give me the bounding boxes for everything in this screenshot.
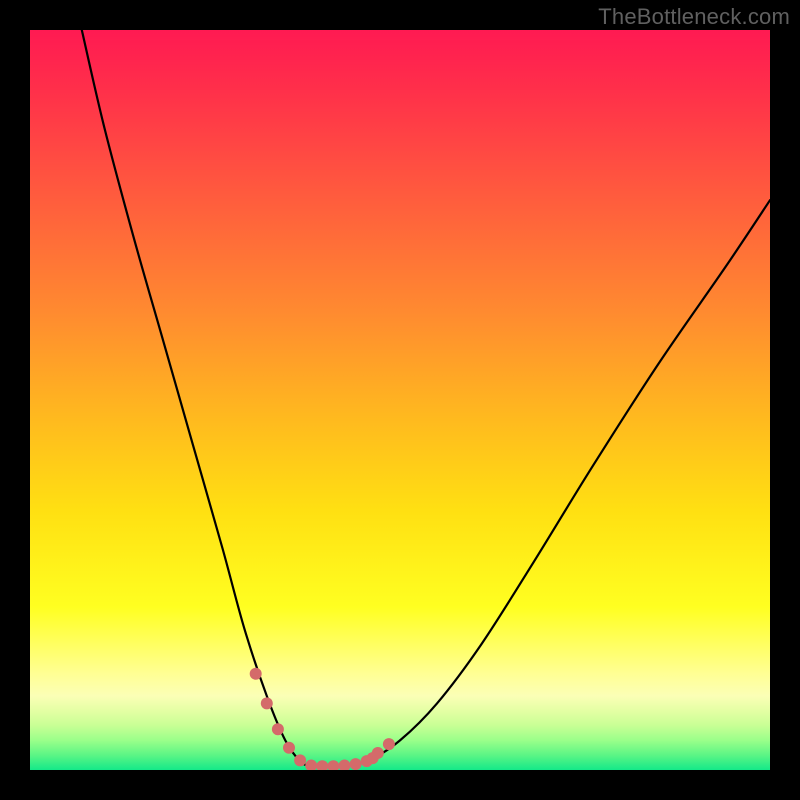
watermark-text: TheBottleneck.com xyxy=(598,4,790,30)
bottleneck-curve xyxy=(82,30,770,767)
valley-dot xyxy=(350,758,362,770)
valley-dot xyxy=(372,747,384,759)
valley-dot xyxy=(339,760,351,770)
plot-area xyxy=(30,30,770,770)
valley-dot xyxy=(294,754,306,766)
valley-dot xyxy=(305,760,317,770)
valley-dot xyxy=(261,697,273,709)
valley-dot xyxy=(383,738,395,750)
valley-dot xyxy=(283,742,295,754)
valley-highlight-dots xyxy=(250,668,395,770)
valley-dot xyxy=(316,760,328,770)
chart-svg xyxy=(30,30,770,770)
chart-frame: TheBottleneck.com xyxy=(0,0,800,800)
valley-dot xyxy=(250,668,262,680)
valley-dot xyxy=(272,723,284,735)
valley-dot xyxy=(327,760,339,770)
